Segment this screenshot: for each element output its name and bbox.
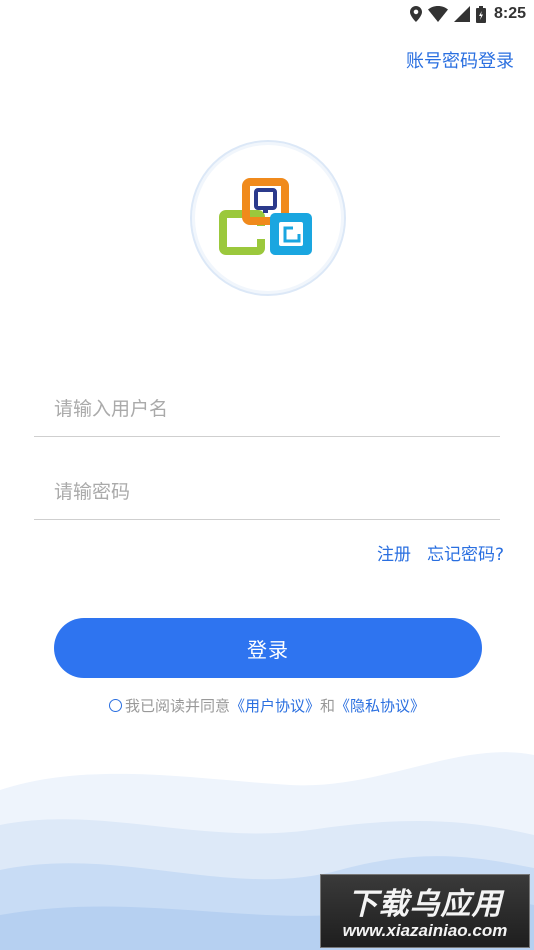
agreement-prefix: 我已阅读并同意 xyxy=(124,697,230,715)
app-logo xyxy=(190,140,346,296)
app-logo-icon xyxy=(219,178,312,255)
user-agreement-link[interactable]: 《用户协议》 xyxy=(230,695,320,716)
username-input[interactable] xyxy=(52,388,486,430)
agreement-checkbox[interactable] xyxy=(108,699,122,712)
watermark: 下载乌应用 www.xiazainiao.com xyxy=(320,874,530,948)
aux-links: 注册 忘记密码? xyxy=(377,540,504,565)
agreement-conjunction: 和 xyxy=(320,697,336,715)
signal-icon xyxy=(453,6,470,22)
login-button[interactable]: 登录 xyxy=(54,618,482,678)
register-link[interactable]: 注册 xyxy=(377,540,411,565)
username-field xyxy=(34,380,500,437)
watermark-title: 下载乌应用 xyxy=(347,887,503,922)
battery-icon xyxy=(475,5,486,23)
password-field xyxy=(34,463,500,520)
watermark-url: www.xiazainiao.com xyxy=(342,921,508,940)
status-time: 8:25 xyxy=(493,5,526,22)
wifi-icon xyxy=(427,6,448,22)
account-password-login-link[interactable]: 账号密码登录 xyxy=(406,47,514,73)
forgot-password-link[interactable]: 忘记密码? xyxy=(427,540,504,565)
agreement-row: 我已阅读并同意 《用户协议》 和 《隐私协议》 xyxy=(0,695,534,716)
status-bar: 8:25 xyxy=(0,0,534,28)
status-icons: 8:25 xyxy=(409,4,526,24)
location-icon xyxy=(409,6,422,22)
privacy-policy-link[interactable]: 《隐私协议》 xyxy=(335,695,425,716)
password-input[interactable] xyxy=(52,471,486,513)
